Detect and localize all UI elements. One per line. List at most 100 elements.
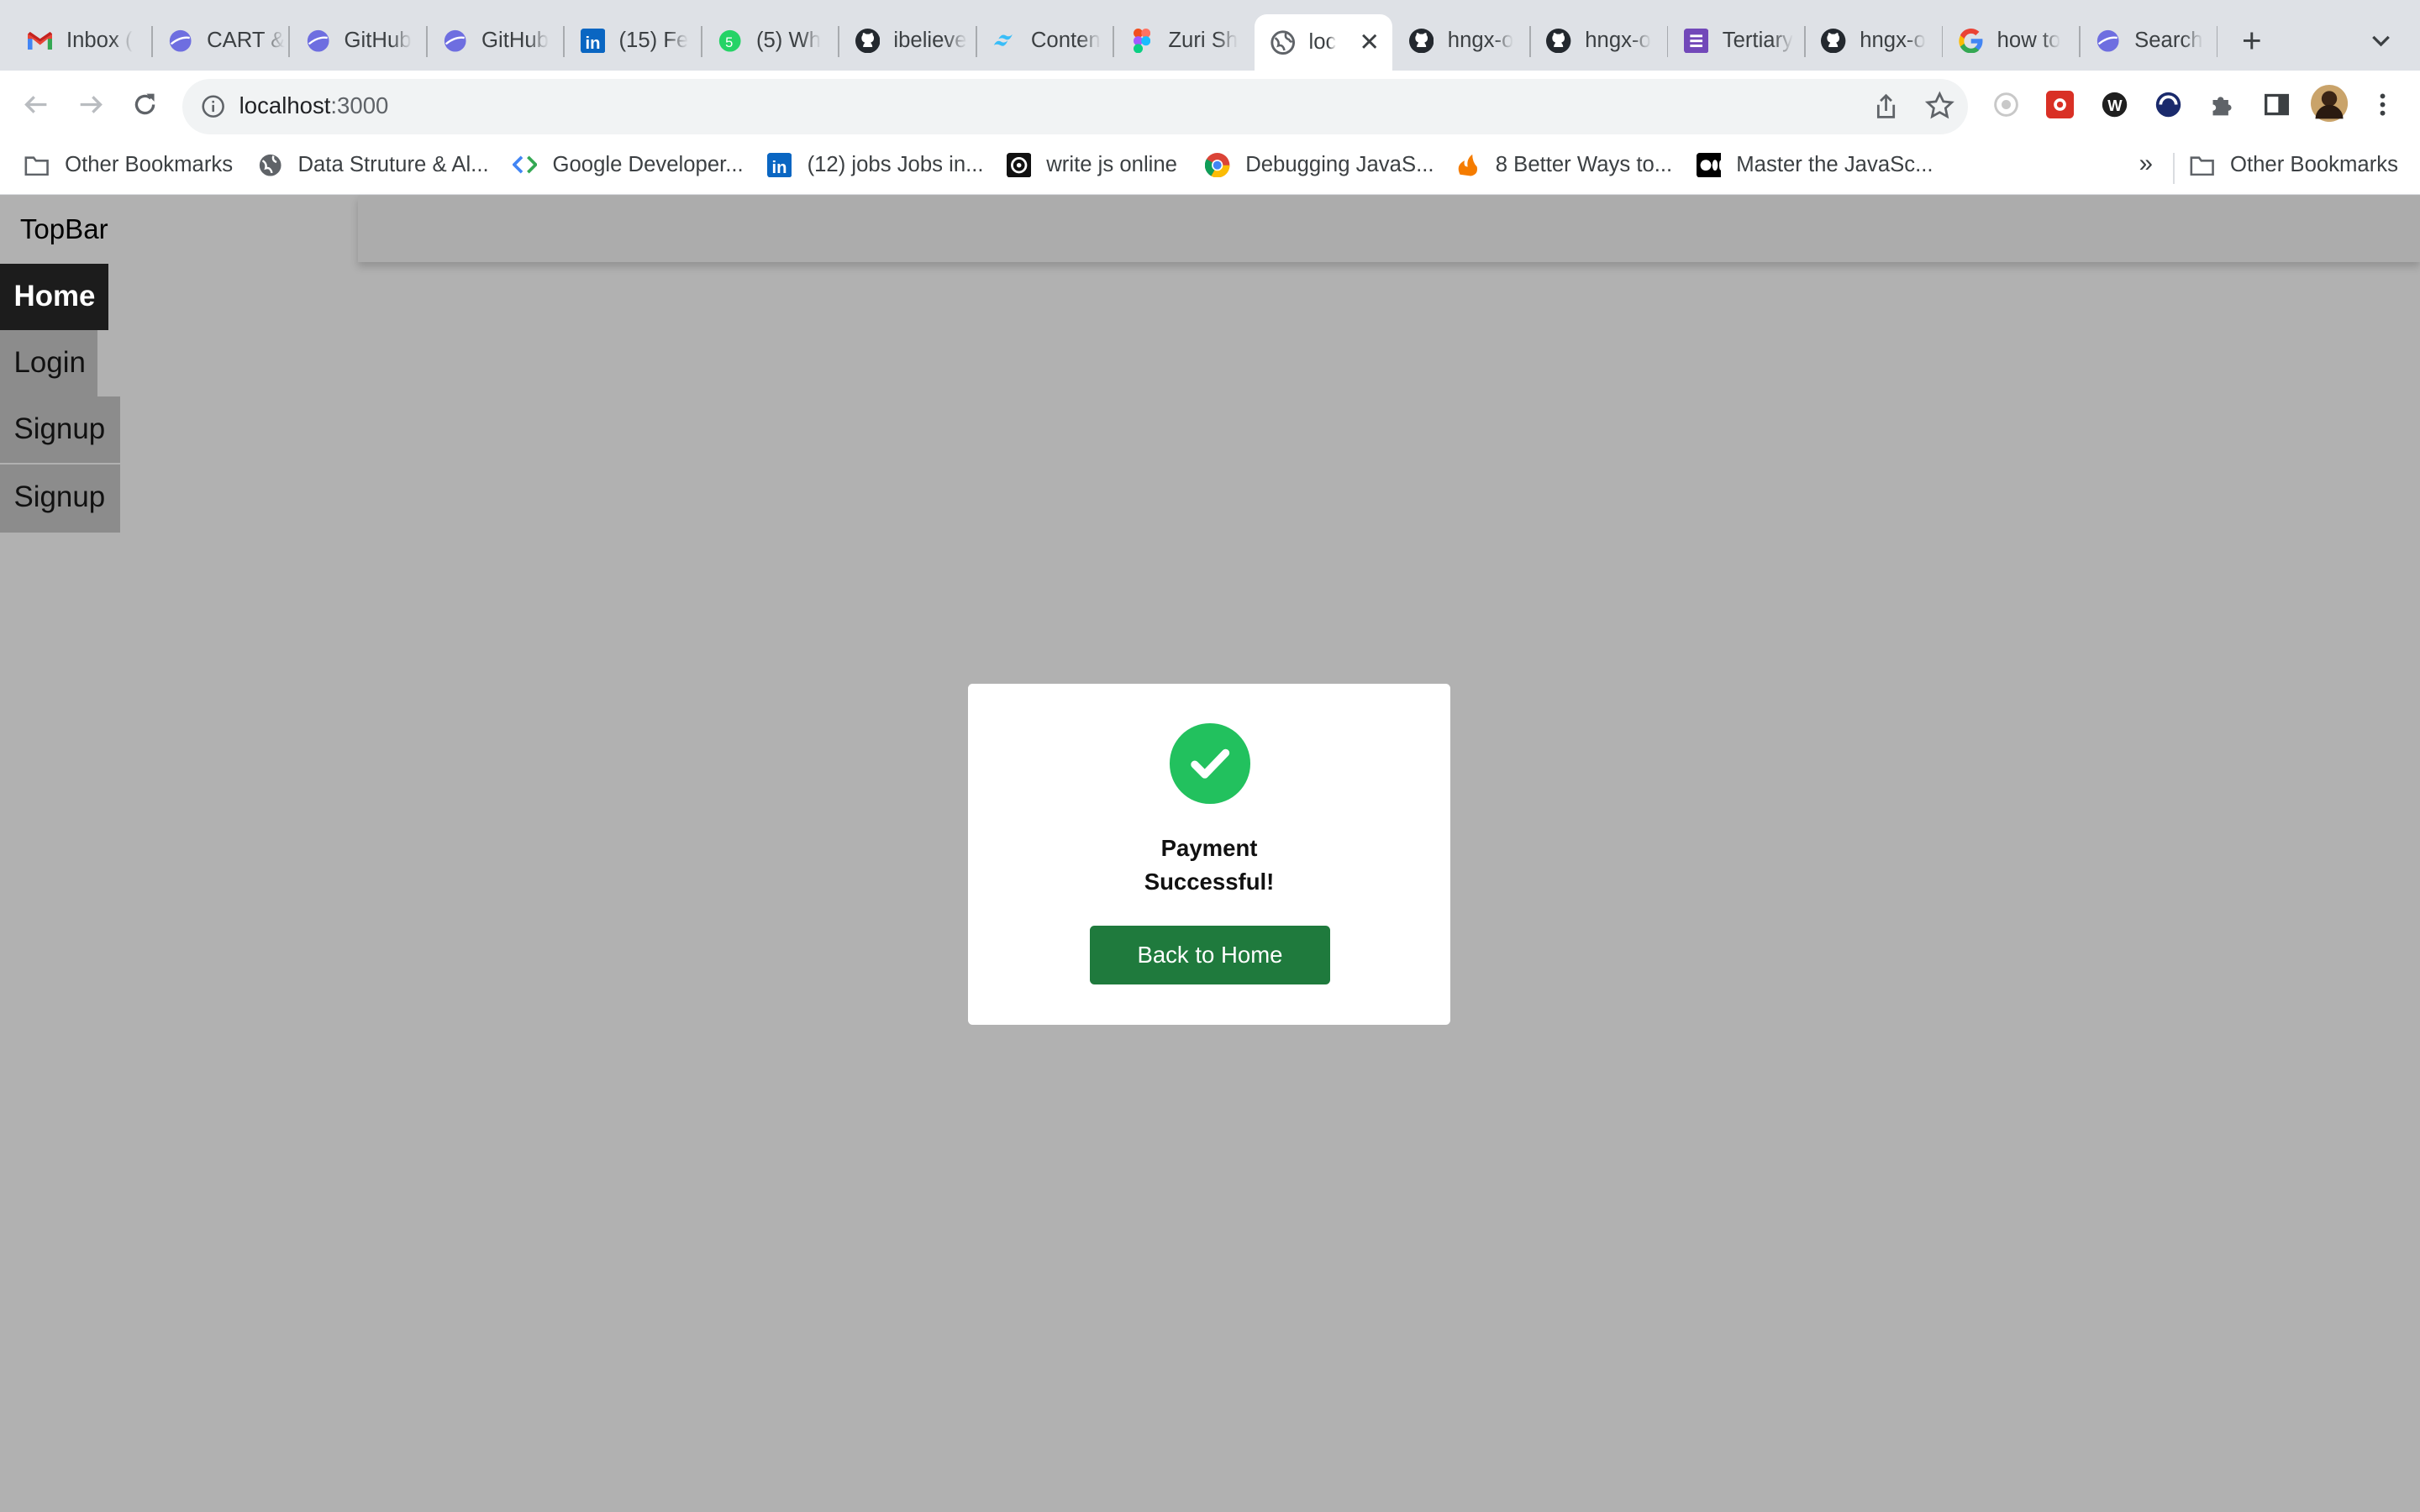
tailwind-icon: [992, 29, 1017, 53]
bookmark-item[interactable]: Google Developer...: [512, 153, 744, 177]
tab-active[interactable]: loc ✕: [1255, 13, 1392, 71]
url-text[interactable]: localhost:3000: [239, 92, 389, 119]
tab-title: (5) Wh: [755, 29, 822, 53]
github-icon: [1408, 28, 1434, 54]
back-to-home-button[interactable]: Back to Home: [1089, 926, 1331, 984]
bookmark-item[interactable]: Data Struture & Al...: [258, 153, 489, 177]
nav-home[interactable]: Home: [0, 264, 108, 331]
tab-title: hngx-o: [1447, 29, 1514, 53]
tab-title: hngx-o: [1585, 29, 1651, 53]
tab[interactable]: GitHub: [428, 14, 564, 68]
svg-text:in: in: [771, 159, 786, 177]
tab[interactable]: 5 (5) Wh: [702, 14, 839, 68]
tab-title: Search: [2134, 29, 2203, 53]
close-icon[interactable]: ✕: [1359, 28, 1380, 57]
success-message: Payment Successful!: [1144, 834, 1275, 895]
tab[interactable]: Search: [2081, 14, 2217, 68]
spiral-icon: [1006, 152, 1031, 178]
tab-title: how to: [1996, 29, 2061, 53]
folder-icon: [24, 153, 50, 177]
figma-icon: [1129, 28, 1154, 54]
github-icon: [855, 28, 880, 54]
share-icon[interactable]: [1872, 92, 1900, 120]
planet-icon: [443, 29, 467, 53]
folder-icon: [2190, 153, 2215, 177]
tab[interactable]: hngx-o: [1806, 14, 1942, 68]
address-bar[interactable]: localhost:3000: [182, 78, 1968, 134]
tab-title: GitHub: [344, 29, 412, 53]
bookmark-star-icon[interactable]: [1924, 91, 1955, 122]
extension-icon[interactable]: [2045, 90, 2076, 121]
google-dev-icon: [512, 153, 538, 177]
bookmarks-overflow-button[interactable]: »: [2139, 150, 2153, 178]
globe-icon: [258, 153, 282, 177]
planet-icon: [168, 29, 192, 53]
tab[interactable]: in (15) Fe: [565, 14, 701, 68]
site-info-icon[interactable]: [201, 94, 225, 118]
puzzle-icon[interactable]: [2207, 90, 2238, 121]
tab[interactable]: CART &: [153, 14, 289, 68]
topbar-label: TopBar: [19, 214, 108, 246]
tab[interactable]: ibelieve: [839, 14, 976, 68]
extension-icon[interactable]: [1991, 90, 2022, 121]
whatsapp-icon: 5: [718, 29, 742, 53]
nav-signup[interactable]: Signup: [0, 396, 121, 463]
bookmark-item[interactable]: in (12) jobs Jobs in...: [766, 152, 984, 178]
gmail-icon: [28, 29, 53, 53]
topbar: [358, 196, 2420, 263]
reload-icon[interactable]: [127, 87, 164, 123]
planet-icon: [2096, 29, 2120, 53]
tab-title: GitHub: [481, 29, 550, 53]
tab-title: Zuri Sh: [1168, 29, 1239, 53]
medium-icon: [1696, 152, 1721, 178]
check-circle-icon: [1170, 723, 1250, 804]
extension-icon[interactable]: [2153, 90, 2184, 121]
tab[interactable]: hngx-o: [1394, 14, 1530, 68]
tab[interactable]: Conten: [977, 14, 1113, 68]
svg-text:W: W: [2107, 97, 2123, 114]
chrome-icon: [1205, 152, 1230, 178]
tab-title: (15) Fe: [618, 29, 689, 53]
linkedin-icon: in: [580, 28, 605, 54]
more-menu-icon[interactable]: [2367, 90, 2398, 121]
new-tab-button[interactable]: +: [2233, 22, 2270, 59]
bookmark-item[interactable]: 8 Better Ways to...: [1455, 153, 1672, 177]
globe-icon: [1270, 30, 1295, 55]
browser-toolbar: localhost:3000 W: [0, 71, 2420, 141]
tab[interactable]: Inbox (: [13, 14, 151, 68]
google-icon: [1959, 28, 1983, 54]
linkedin-icon: in: [766, 152, 792, 178]
side-panel-icon[interactable]: [2261, 90, 2292, 121]
back-icon[interactable]: [17, 87, 54, 123]
svg-text:5: 5: [725, 34, 733, 50]
tab[interactable]: how to: [1943, 14, 2079, 68]
tab-title: Inbox (: [66, 29, 133, 53]
bookmark-item[interactable]: Debugging JavaS...: [1205, 152, 1434, 178]
tab-title: Conten: [1030, 29, 1101, 53]
bookmark-item[interactable]: write js online: [1006, 152, 1177, 178]
tab-title: loc: [1308, 29, 1337, 54]
forward-icon[interactable]: [72, 87, 109, 123]
tab[interactable]: hngx-o: [1531, 14, 1667, 68]
svg-text:in: in: [585, 34, 600, 53]
payment-success-modal: Payment Successful! Back to Home: [967, 683, 1451, 1025]
tab-search-chevron-icon[interactable]: [2367, 26, 2395, 54]
tab[interactable]: GitHub: [290, 14, 426, 68]
tab-title: ibelieve: [893, 29, 967, 53]
tab-strip: Inbox ( CART & GitHub GitHub in (15) Fe …: [0, 0, 2420, 71]
nav-signup[interactable]: Signup: [0, 464, 121, 533]
bookmark-item[interactable]: Other Bookmarks: [24, 153, 233, 177]
tab[interactable]: Zuri Sh: [1114, 14, 1250, 68]
avatar[interactable]: [2310, 85, 2348, 123]
extension-icon[interactable]: W: [2099, 90, 2130, 121]
github-icon: [1546, 28, 1571, 54]
other-bookmarks[interactable]: Other Bookmarks: [2190, 153, 2398, 177]
github-icon: [1821, 28, 1846, 54]
tab[interactable]: Tertiary: [1668, 14, 1804, 68]
forms-icon: [1683, 28, 1709, 54]
bookmark-item[interactable]: Master the JavaSc...: [1696, 152, 1933, 178]
tab-title: Tertiary: [1722, 29, 1793, 53]
page-overlay: TopBar Home Login Signup Signup Payment …: [0, 196, 2420, 1512]
nav-login[interactable]: Login: [0, 330, 97, 396]
planet-icon: [306, 29, 330, 53]
